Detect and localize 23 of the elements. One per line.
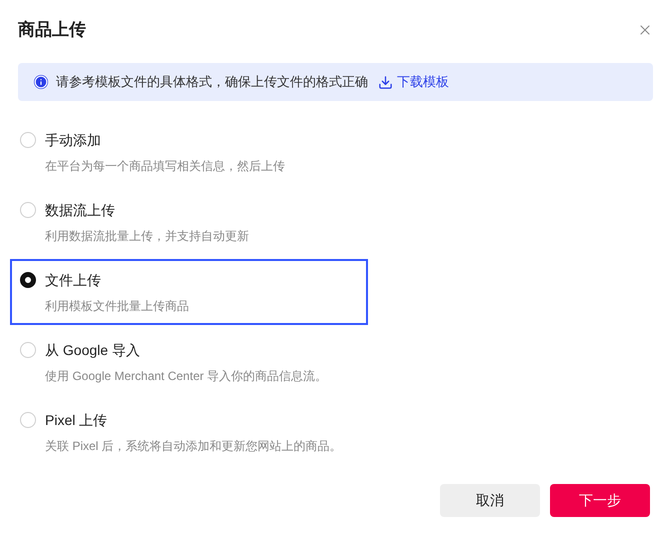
dialog-title: 商品上传	[18, 19, 86, 42]
download-icon	[378, 74, 393, 90]
upload-option[interactable]: 手动添加 在平台为每一个商品填写相关信息，然后上传	[10, 119, 368, 185]
option-title: 数据流上传	[45, 200, 115, 220]
upload-option[interactable]: 数据流上传 利用数据流批量上传，并支持自动更新	[10, 189, 368, 255]
option-title: 文件上传	[45, 270, 101, 290]
radio-button[interactable]	[20, 272, 36, 288]
notice-text: 请参考模板文件的具体格式，确保上传文件的格式正确	[56, 73, 368, 92]
upload-option[interactable]: 从 Google 导入 使用 Google Merchant Center 导入你的商品信息流。	[10, 329, 368, 395]
cancel-button[interactable]: 取消	[440, 484, 540, 517]
option-description: 使用 Google Merchant Center 导入你的商品信息流。	[45, 368, 328, 384]
info-icon	[34, 75, 48, 89]
option-title: 手动添加	[45, 130, 101, 150]
option-title: 从 Google 导入	[45, 340, 140, 360]
option-description: 关联 Pixel 后，系统将自动添加和更新您网站上的商品。	[45, 438, 343, 454]
option-description: 利用数据流批量上传，并支持自动更新	[45, 228, 250, 244]
next-button[interactable]: 下一步	[550, 484, 650, 517]
upload-option[interactable]: Pixel 上传 关联 Pixel 后，系统将自动添加和更新您网站上的商品。	[10, 399, 368, 465]
download-template-link[interactable]: 下载模板	[378, 72, 449, 92]
option-description: 利用模板文件批量上传商品	[45, 298, 190, 314]
option-title: Pixel 上传	[45, 410, 108, 430]
upload-option[interactable]: 文件上传 利用模板文件批量上传商品	[10, 259, 368, 325]
option-description: 在平台为每一个商品填写相关信息，然后上传	[45, 158, 286, 174]
